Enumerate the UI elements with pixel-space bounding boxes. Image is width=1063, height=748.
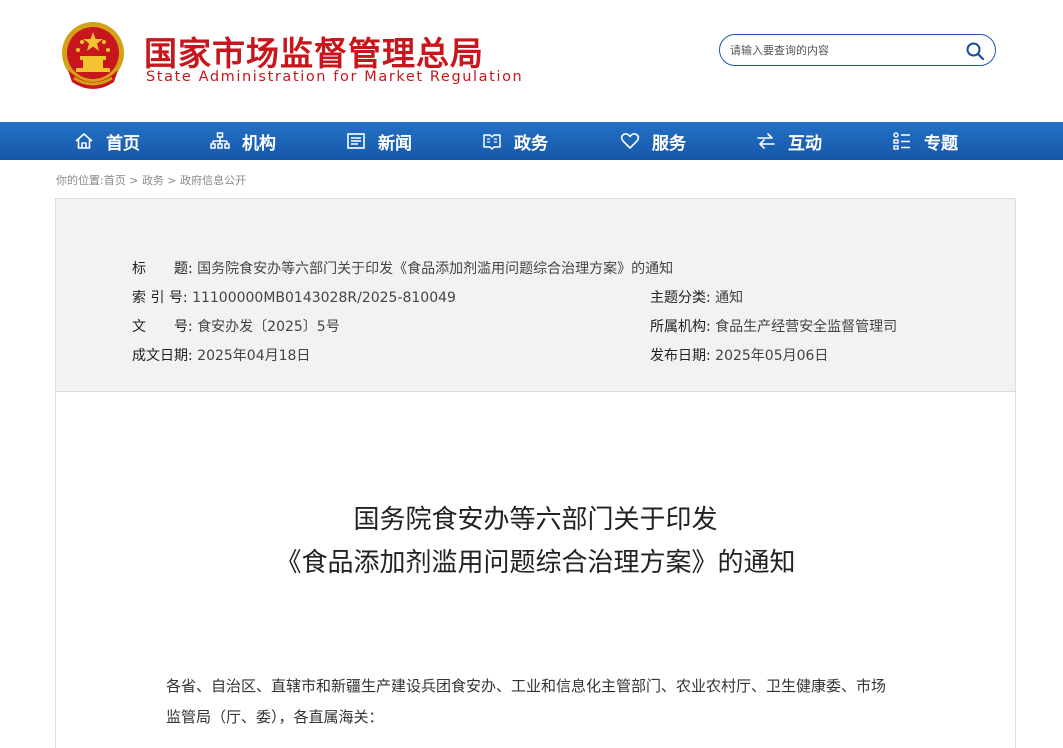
main-nav: 首页 机构 新闻 政务 服务 互动 专题 — [0, 122, 1063, 160]
search-box — [719, 34, 996, 66]
exchange-arrows-icon — [757, 133, 775, 149]
meta-pubdate-row: 发布日期: 2025年05月06日 — [650, 345, 828, 365]
meta-org-row: 所属机构: 食品生产经营安全监督管理司 — [650, 316, 897, 336]
nav-item-label: 首页 — [106, 133, 140, 154]
site-title-chinese[interactable]: 国家市场监督管理总局 — [144, 27, 484, 75]
meta-topic-label: 主题分类: — [650, 290, 711, 306]
nav-item-interaction[interactable]: 互动 — [756, 122, 822, 160]
breadcrumb-separator: > — [163, 174, 181, 187]
document-title-line-2: 《食品添加剂滥用问题综合治理方案》的通知 — [275, 548, 796, 578]
meta-date-row: 成文日期: 2025年04月18日 — [132, 345, 310, 365]
meta-title-value: 国务院食安办等六部门关于印发《食品添加剂滥用问题综合治理方案》的通知 — [197, 261, 674, 277]
document-title-line-1: 国务院食安办等六部门关于印发 — [353, 505, 718, 535]
meta-index-row: 索 引 号: 11100000MB0143028R/2025-810049 — [132, 287, 456, 307]
meta-topic-value: 通知 — [715, 290, 744, 306]
meta-pubdate-label: 发布日期: — [650, 348, 711, 364]
meta-org-label: 所属机构: — [650, 319, 711, 335]
breadcrumb-item-government-affairs[interactable]: 政务 — [142, 174, 164, 187]
meta-title-row: 标 题: 国务院食安办等六部门关于印发《食品添加剂滥用问题综合治理方案》的通知 — [132, 258, 673, 278]
nav-item-organization[interactable]: 机构 — [210, 122, 276, 160]
nav-item-home[interactable]: 首页 — [74, 122, 140, 160]
nav-item-service[interactable]: 服务 — [620, 122, 686, 160]
nav-item-topics[interactable]: 专题 — [892, 122, 958, 160]
search-icon[interactable] — [965, 41, 985, 61]
news-icon — [347, 133, 365, 149]
document-paragraph: 各省、自治区、直辖市和新疆生产建设兵团食安办、工业和信息化主管部门、农业农村厅、… — [166, 671, 916, 733]
nav-item-label: 专题 — [924, 133, 958, 154]
breadcrumb-item-information-disclosure[interactable]: 政府信息公开 — [180, 174, 246, 187]
nav-item-label: 新闻 — [378, 133, 412, 154]
breadcrumb: 你的位置:首页 > 政务 > 政府信息公开 — [56, 172, 246, 188]
document-metadata-panel: 标 题: 国务院食安办等六部门关于印发《食品添加剂滥用问题综合治理方案》的通知 … — [56, 199, 1015, 392]
meta-pubdate-value: 2025年05月06日 — [715, 348, 829, 364]
nav-item-label: 互动 — [788, 133, 822, 154]
org-chart-icon — [210, 132, 230, 149]
nav-item-government-affairs[interactable]: 政务 — [482, 122, 548, 160]
paragraph-line: 监管局（厅、委），各直属海关： — [166, 708, 384, 726]
meta-date-label: 成文日期: — [132, 348, 193, 364]
search-input[interactable] — [730, 41, 950, 59]
home-icon — [75, 133, 93, 149]
meta-docno-row: 文 号: 食安办发〔2025〕5号 — [132, 316, 340, 336]
meta-date-value: 2025年04月18日 — [197, 348, 311, 364]
heart-icon — [620, 133, 640, 149]
nav-item-news[interactable]: 新闻 — [346, 122, 412, 160]
government-affairs-icon — [483, 134, 501, 150]
meta-org-value: 食品生产经营安全监督管理司 — [715, 319, 898, 335]
national-emblem-icon[interactable] — [60, 20, 126, 92]
meta-index-value: 11100000MB0143028R/2025-810049 — [192, 290, 456, 306]
meta-title-label: 标 题: — [132, 261, 193, 277]
breadcrumb-prefix: 你的位置: — [56, 174, 104, 187]
breadcrumb-item-home[interactable]: 首页 — [104, 174, 126, 187]
meta-topic-row: 主题分类: 通知 — [650, 287, 743, 307]
nav-item-label: 机构 — [242, 133, 276, 154]
site-header: 国家市场监督管理总局 State Administration for Mark… — [0, 0, 1063, 122]
meta-index-label: 索 引 号: — [132, 290, 188, 306]
nav-item-label: 服务 — [652, 133, 686, 154]
topic-list-icon — [893, 132, 910, 150]
nav-item-label: 政务 — [514, 133, 548, 154]
meta-docno-label: 文 号: — [132, 319, 193, 335]
breadcrumb-separator: > — [125, 174, 142, 187]
meta-docno-value: 食安办发〔2025〕5号 — [197, 319, 340, 335]
article-container: 标 题: 国务院食安办等六部门关于印发《食品添加剂滥用问题综合治理方案》的通知 … — [55, 198, 1016, 748]
paragraph-line: 各省、自治区、直辖市和新疆生产建设兵团食安办、工业和信息化主管部门、农业农村厅、… — [166, 677, 887, 695]
site-title-english[interactable]: State Administration for Market Regulati… — [146, 69, 523, 85]
